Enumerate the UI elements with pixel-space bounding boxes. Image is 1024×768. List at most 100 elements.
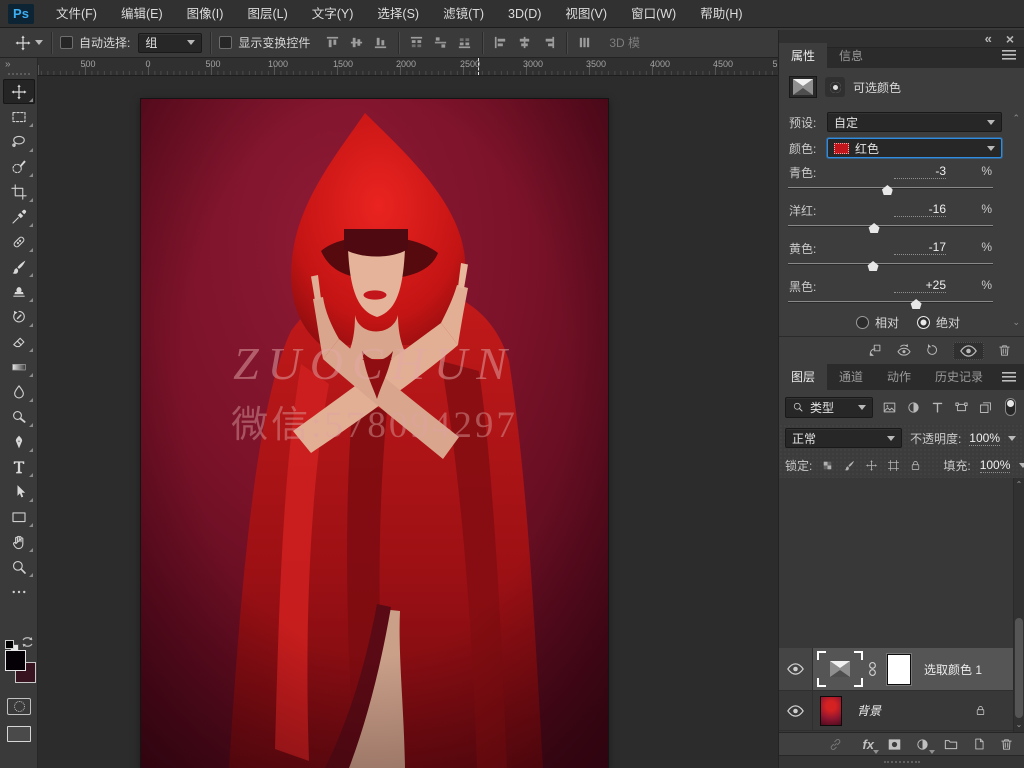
menu-item-3[interactable]: 图层(L) [235,0,299,28]
gradient-tool[interactable] [3,354,35,379]
checkbox-icon[interactable] [219,36,232,49]
scroll-up-icon[interactable]: ⌃ [1012,114,1020,123]
layer-row-background[interactable]: 背景 [779,691,1013,731]
foreground-color-swatch[interactable] [5,650,26,671]
pathselect-tool[interactable] [3,479,35,504]
document-image[interactable]: ZUOCHUN 微信:578094297 [141,99,608,768]
zoom-tool[interactable] [3,554,35,579]
marquee-tool[interactable] [3,104,35,129]
layer-visibility-eye-icon[interactable] [779,691,813,730]
radio-icon[interactable] [856,316,869,329]
swap-colors-icon[interactable] [21,636,34,648]
layers-tab-0[interactable]: 图层 [779,362,827,390]
healing-tool[interactable] [3,229,35,254]
stamp-tool[interactable] [3,279,35,304]
checkbox-icon[interactable] [60,36,73,49]
add-layer-mask-icon[interactable] [887,737,902,752]
filter-type-layers-icon[interactable] [930,400,945,415]
screen-mode-button[interactable] [7,726,31,742]
menu-item-0[interactable]: 文件(F) [44,0,109,28]
color-dropdown[interactable]: 红色 [827,138,1002,158]
view-previous-state-icon[interactable] [896,343,912,359]
dodge-tool[interactable] [3,404,35,429]
properties-tab-0[interactable]: 属性 [779,43,827,68]
lock-all-icon[interactable] [909,459,922,472]
chevron-down-icon[interactable] [1008,436,1016,441]
menu-item-6[interactable]: 滤镜(T) [431,0,496,28]
hand-tool[interactable] [3,529,35,554]
menu-item-8[interactable]: 视图(V) [553,0,619,28]
toggle-visibility-icon[interactable] [953,342,984,360]
slider-thumb[interactable] [868,261,879,271]
delete-layer-icon[interactable] [999,737,1014,752]
blur-tool[interactable] [3,379,35,404]
quick-mask-button[interactable] [7,698,31,715]
show-transform-checkbox[interactable]: 显示变换控件 [219,34,310,51]
chevron-down-icon[interactable] [1019,463,1024,468]
relative-radio[interactable]: 相对 [856,314,899,331]
type-tool[interactable] [3,454,35,479]
eraser-tool[interactable] [3,329,35,354]
slider-value-field[interactable]: -3 [894,164,946,179]
clip-adjustment-icon[interactable] [868,343,883,358]
distribute-left-icon[interactable] [492,34,509,51]
slider-track[interactable] [788,225,993,227]
move-tool[interactable] [3,79,35,104]
toolbar-grip[interactable] [8,73,30,75]
close-panel-icon[interactable] [1006,31,1014,47]
new-layer-icon[interactable] [972,737,986,751]
layers-scrollbar[interactable]: ⌃ ⌄ [1013,478,1024,732]
quickselect-tool[interactable] [3,154,35,179]
filter-toggle[interactable] [1005,398,1016,416]
align-top-icon[interactable] [324,34,341,51]
slider-track[interactable] [788,263,993,265]
filter-adjustment-layers-icon[interactable] [906,400,921,415]
scroll-up-icon[interactable]: ⌃ [1014,480,1024,490]
slider-track[interactable] [788,187,993,189]
auto-select-target-dropdown[interactable]: 组 [138,33,202,53]
properties-panel-menu-icon[interactable] [1002,49,1016,63]
properties-tab-1[interactable]: 信息 [827,43,875,68]
menu-item-9[interactable]: 窗口(W) [619,0,688,28]
distribute-hcenter-icon[interactable] [516,34,533,51]
opacity-value[interactable]: 100% [969,431,1000,446]
distribute-spacing-icon[interactable] [576,34,593,51]
reset-adjustment-icon[interactable] [925,343,940,358]
mini-foreground-swatch[interactable] [5,640,14,649]
align-bottom-icon[interactable] [372,34,389,51]
layer-styles-icon[interactable]: fx [862,737,874,752]
layer-row-selective-color[interactable]: 选取颜色 1 [779,648,1013,691]
preset-dropdown[interactable]: 自定 [827,112,1002,132]
canvas-area[interactable]: ZUOCHUN 微信:578094297 [38,76,778,768]
menu-item-7[interactable]: 3D(D) [496,0,553,28]
layers-panel-menu-icon[interactable] [1002,371,1016,385]
slider-thumb[interactable] [869,223,880,233]
distribute-right-icon[interactable] [540,34,557,51]
menu-item-2[interactable]: 图像(I) [175,0,236,28]
slider-value-field[interactable]: +25 [894,278,946,293]
new-group-icon[interactable] [943,736,959,752]
ruler[interactable]: 5000500100015002000250030003500400045005 [38,58,778,76]
slider-value-field[interactable]: -16 [894,202,946,217]
link-layers-icon[interactable] [828,737,843,752]
slider-thumb[interactable] [911,299,922,309]
align-vcenter-icon[interactable] [348,34,365,51]
slider-value-field[interactable]: -17 [894,240,946,255]
scrollbar-thumb[interactable] [1015,618,1023,718]
slider-thumb[interactable] [882,185,893,195]
adjustment-layer-thumbnail[interactable] [817,651,863,687]
lock-transparency-icon[interactable] [821,459,834,472]
filter-shape-layers-icon[interactable] [954,400,969,415]
slider-track[interactable] [788,301,993,303]
radio-icon[interactable] [917,316,930,329]
lasso-tool[interactable] [3,129,35,154]
layer-name[interactable]: 选取颜色 1 [924,661,982,678]
tool-preset-picker[interactable] [14,34,43,52]
auto-select-checkbox[interactable]: 自动选择: [60,34,130,51]
brush-tool[interactable] [3,254,35,279]
layers-tab-2[interactable]: 动作 [875,362,923,390]
filter-type-dropdown[interactable]: 类型 [785,397,873,418]
crop-tool[interactable] [3,179,35,204]
background-layer-thumbnail[interactable] [820,696,842,726]
pen-tool[interactable] [3,429,35,454]
